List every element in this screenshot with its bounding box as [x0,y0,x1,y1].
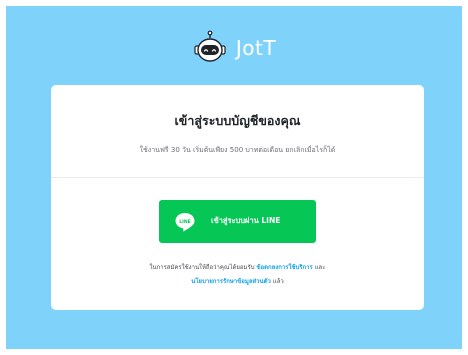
line-login-button[interactable]: LINE เข้าสู่ระบบผ่าน LINE [159,200,316,243]
pricing-subtitle: ใช้งานฟรี 30 วัน เริ่มต้นเพียง 500 บาทต่… [139,146,336,154]
terms-of-service-link[interactable]: ข้อตกลงการใช้บริการ [256,264,312,271]
brand-logo: JotT [6,28,462,68]
line-chat-bubble-icon: LINE [175,213,195,232]
robot-head-icon [194,30,226,62]
divider [51,177,424,178]
terms-notice: ในการสมัครใช้งานให้ถือว่าคุณได้ยอมรับ ข้… [51,261,424,289]
page-title: เข้าสู่ระบบบัญชีของคุณ [174,113,301,128]
brand-name: JotT [235,36,277,60]
terms-suffix: แล้ว [272,278,284,285]
line-login-label: เข้าสู่ระบบผ่าน LINE [211,216,281,225]
login-card: เข้าสู่ระบบบัญชีของคุณ ใช้งานฟรี 30 วัน … [51,85,424,310]
terms-prefix: ในการสมัครใช้งานให้ถือว่าคุณได้ยอมรับ [149,264,255,271]
page-background: JotT เข้าสู่ระบบบัญชีของคุณ ใช้งานฟรี 30… [6,6,462,349]
privacy-policy-link[interactable]: นโยบายการรักษาข้อมูลส่วนตัว [191,278,271,285]
terms-and: และ [314,264,326,271]
line-icon-text: LINE [179,219,191,225]
